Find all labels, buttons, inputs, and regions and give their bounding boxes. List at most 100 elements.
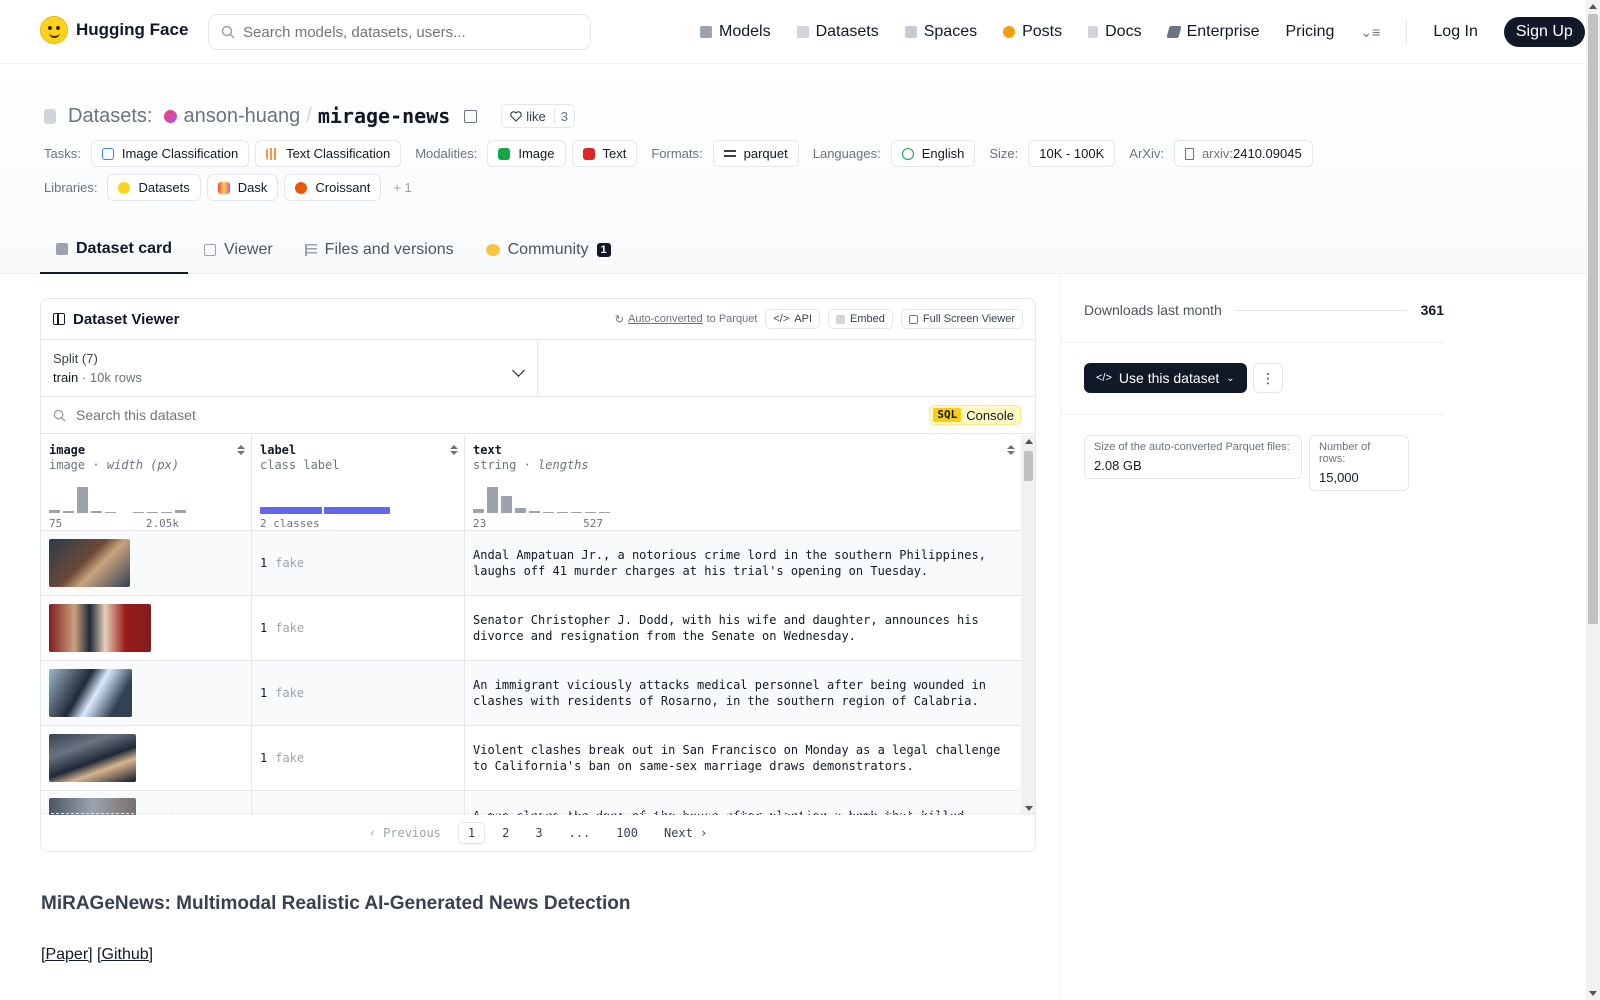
- tag-parquet[interactable]: parquet: [712, 140, 799, 167]
- more-options-button[interactable]: ⋮: [1253, 363, 1283, 393]
- sort-icon[interactable]: [450, 445, 458, 457]
- scroll-down-arrow-icon[interactable]: [1025, 806, 1033, 811]
- more-menu-icon[interactable]: ⌄≡: [1360, 24, 1380, 41]
- page-scrollbar[interactable]: [1586, 0, 1600, 1000]
- tag-datasets-library[interactable]: Datasets: [107, 174, 201, 201]
- page-1-button[interactable]: 1: [457, 821, 486, 844]
- sort-icon[interactable]: [237, 445, 245, 457]
- login-link[interactable]: Log In: [1433, 23, 1477, 41]
- next-page-button[interactable]: Next ›: [655, 823, 716, 843]
- label-cell: 1 fake: [252, 531, 465, 595]
- api-button[interactable]: </> API: [765, 309, 821, 329]
- nav-models[interactable]: Models: [700, 23, 771, 41]
- table-scrollbar[interactable]: [1021, 435, 1035, 815]
- enterprise-icon: [1165, 26, 1182, 38]
- histogram-axis: 23 527: [473, 517, 603, 530]
- split-selector[interactable]: Split (7) train · 10k rows: [41, 340, 538, 396]
- nav-datasets[interactable]: Datasets: [796, 23, 879, 41]
- tag-dask[interactable]: Dask: [206, 174, 279, 201]
- label-name: fake: [275, 751, 305, 765]
- text-length-histogram: [473, 485, 613, 513]
- signup-button[interactable]: Sign Up: [1503, 17, 1585, 47]
- row-thumbnail[interactable]: [49, 734, 136, 782]
- table-row[interactable]: 1 fake Senator Christopher J. Dodd, with …: [41, 596, 1021, 661]
- tag-croissant[interactable]: Croissant: [284, 174, 382, 201]
- global-search-box[interactable]: [208, 14, 591, 50]
- page-100-button[interactable]: 100: [607, 823, 647, 843]
- community-icon: [485, 243, 500, 256]
- image-cell[interactable]: [41, 661, 252, 725]
- github-link[interactable]: [Github]: [97, 946, 153, 963]
- copy-icon[interactable]: [464, 109, 478, 123]
- table-row[interactable]: 1 fake An immigrant viciously attacks med…: [41, 661, 1021, 726]
- dataset-name-link[interactable]: mirage-news: [318, 104, 450, 128]
- tag-text[interactable]: Text: [571, 140, 638, 167]
- nav-pricing[interactable]: Pricing: [1285, 23, 1334, 41]
- label-cell: 1 fake: [252, 661, 465, 725]
- scrollbar-thumb[interactable]: [1024, 451, 1033, 481]
- tag-image[interactable]: Image: [487, 140, 566, 167]
- table-row[interactable]: A man closes the door of the house after…: [41, 791, 1021, 815]
- tag-text: parquet: [743, 146, 788, 161]
- row-thumbnail[interactable]: [49, 604, 151, 652]
- brand-logo-link[interactable]: Hugging Face: [40, 16, 188, 44]
- tab-dataset-card[interactable]: Dataset card: [40, 225, 189, 274]
- dataset-search-box[interactable]: SQL Console: [41, 397, 1035, 434]
- dataset-owner-link[interactable]: anson-huang: [183, 105, 300, 128]
- auto-converted-link[interactable]: Auto-converted: [628, 313, 703, 325]
- paper-link[interactable]: [Paper]: [41, 946, 93, 963]
- previous-label: Previous: [383, 825, 441, 840]
- like-button[interactable]: like 3: [501, 104, 576, 128]
- image-cell[interactable]: [41, 531, 252, 595]
- page-scrollbar-thumb[interactable]: [1588, 14, 1598, 624]
- tag-english[interactable]: English: [890, 140, 976, 167]
- image-cell[interactable]: [41, 596, 252, 660]
- dataset-search-input[interactable]: [76, 407, 876, 423]
- tab-files-and-versions[interactable]: Files and versions: [289, 225, 470, 274]
- tag-image-classification[interactable]: Image Classification: [90, 140, 250, 167]
- more-libraries-link[interactable]: + 1: [393, 180, 411, 195]
- full-screen-viewer-button[interactable]: Full Screen Viewer: [900, 309, 1023, 329]
- column-header-label[interactable]: label class label 2 classes: [252, 435, 465, 530]
- database-icon: [796, 26, 809, 38]
- top-navigation-bar: Hugging Face Models Datasets Spaces Post…: [0, 0, 1586, 64]
- row-thumbnail[interactable]: [49, 669, 132, 717]
- table-row[interactable]: 1 fake Andal Ampatuan Jr., a notorious cr…: [41, 531, 1021, 596]
- scroll-up-arrow-icon[interactable]: [1025, 439, 1033, 444]
- image-cell[interactable]: [41, 791, 252, 815]
- downloads-stat: Downloads last month 361: [1084, 302, 1444, 318]
- main-nav: Models Datasets Spaces Posts Docs Enterp…: [700, 16, 1585, 48]
- scroll-up-arrow-icon[interactable]: [1589, 4, 1597, 9]
- tag-size[interactable]: 10K - 100K: [1028, 140, 1116, 167]
- viewer-actions: ↻ Auto-converted to Parquet </> API Embed F…: [615, 309, 1023, 329]
- tab-viewer[interactable]: Viewer: [188, 225, 289, 274]
- image-cell[interactable]: [41, 726, 252, 790]
- page-2-button[interactable]: 2: [493, 823, 518, 843]
- nav-enterprise[interactable]: Enterprise: [1165, 23, 1259, 41]
- column-header-image[interactable]: image image · width (px) 75 2.05k: [41, 435, 252, 530]
- global-search-input[interactable]: [243, 23, 573, 41]
- text-cell: A man closes the door of the house after…: [465, 791, 1021, 815]
- nav-posts[interactable]: Posts: [1003, 23, 1062, 41]
- sql-console-button[interactable]: SQL Console: [929, 405, 1021, 425]
- tag-text-classification[interactable]: Text Classification: [255, 140, 402, 167]
- row-thumbnail[interactable]: [49, 539, 130, 587]
- nav-spaces[interactable]: Spaces: [904, 23, 978, 41]
- scroll-down-arrow-icon[interactable]: [1589, 991, 1597, 996]
- nav-docs[interactable]: Docs: [1088, 23, 1142, 41]
- tag-arxiv[interactable]: arxiv:2410.09045: [1173, 140, 1313, 167]
- nav-spaces-label: Spaces: [923, 23, 978, 40]
- sort-icon[interactable]: [1007, 445, 1015, 457]
- embed-button[interactable]: Embed: [828, 309, 893, 329]
- column-name: label: [260, 443, 297, 457]
- histogram-axis: 75 2.05k: [49, 517, 179, 530]
- image-modality-icon: [498, 147, 511, 160]
- use-this-dataset-button[interactable]: </> Use this dataset ⌄: [1084, 363, 1247, 393]
- dataset-title: Datasets: anson-huang / mirage-news like…: [44, 104, 576, 128]
- column-header-text[interactable]: text string · lengths 23 527: [465, 435, 1021, 530]
- sidebar-divider-line: [1061, 414, 1444, 415]
- table-row[interactable]: 1 fake Violent clashes break out in San F…: [41, 726, 1021, 791]
- page-3-button[interactable]: 3: [526, 823, 551, 843]
- previous-page-button[interactable]: ‹ Previous: [360, 823, 450, 843]
- tab-community[interactable]: Community 1: [470, 225, 627, 274]
